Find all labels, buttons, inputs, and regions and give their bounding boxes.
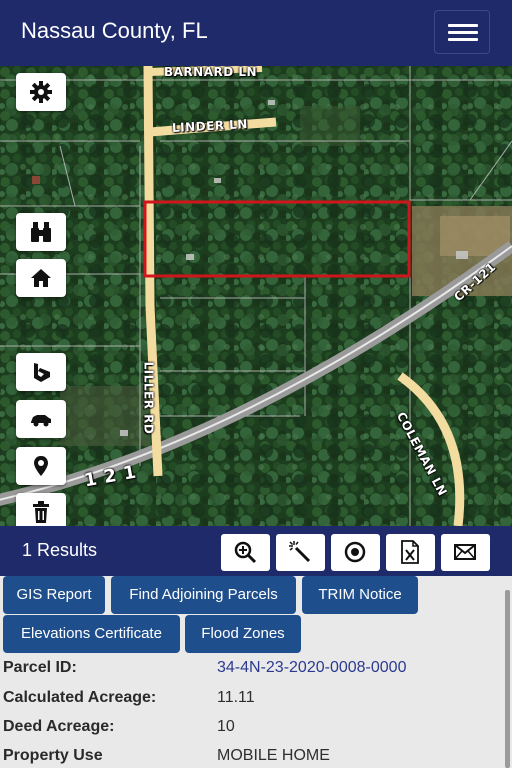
results-toolbar: 1 Results <box>0 526 512 576</box>
target-icon <box>344 541 366 563</box>
deed-acreage-value: 10 <box>217 718 235 735</box>
app-header: Nassau County, FL <box>0 0 512 66</box>
bing-icon <box>34 363 50 382</box>
trim-notice-button[interactable]: TRIM Notice <box>302 576 418 614</box>
app-title: Nassau County, FL <box>21 18 208 43</box>
deed-acreage-label: Deed Acreage: <box>3 718 115 735</box>
export-excel-button[interactable] <box>386 534 435 571</box>
results-count: 1 Results <box>22 540 98 560</box>
car-icon <box>31 415 51 427</box>
road-label-liller: LILLER RD <box>141 361 156 435</box>
calculated-acreage-value: 11.11 <box>217 689 255 706</box>
trash-icon <box>33 501 49 523</box>
email-button[interactable] <box>441 534 490 571</box>
hamburger-icon <box>448 24 478 27</box>
parcel-id-value[interactable]: 34-4N-23-2020-0008-0000 <box>217 659 406 677</box>
zoom-in-icon <box>234 541 257 564</box>
zoom-to-parcel-button[interactable] <box>221 534 270 571</box>
select-tool-button[interactable] <box>276 534 325 571</box>
clear-button[interactable] <box>16 493 66 526</box>
parcel-id-label: Parcel ID: <box>3 659 77 676</box>
parcel-info-panel: GIS Report Find Adjoining Parcels TRIM N… <box>0 576 512 768</box>
satellite-imagery <box>0 66 512 526</box>
binoculars-icon <box>31 222 51 242</box>
home-button[interactable] <box>16 259 66 297</box>
elevations-certificate-button[interactable]: Elevations Certificate <box>3 615 180 653</box>
gis-report-button[interactable]: GIS Report <box>3 576 105 614</box>
excel-export-icon <box>401 540 419 564</box>
road-label-barnard: BARNARD LN <box>164 66 258 79</box>
calculated-acreage-label: Calculated Acreage: <box>3 689 157 706</box>
flood-zones-button[interactable]: Flood Zones <box>185 615 301 653</box>
bing-button[interactable] <box>16 353 66 391</box>
email-icon <box>454 544 476 560</box>
home-icon <box>31 269 51 287</box>
search-binoculars-button[interactable] <box>16 213 66 251</box>
magic-wand-icon <box>289 541 311 563</box>
settings-button[interactable] <box>16 73 66 111</box>
location-button[interactable] <box>16 447 66 485</box>
street-view-button[interactable] <box>16 400 66 438</box>
panel-scrollbar[interactable] <box>505 590 510 768</box>
gear-icon <box>30 81 52 103</box>
locate-parcel-button[interactable] <box>331 534 380 571</box>
location-pin-icon <box>34 456 48 476</box>
find-adjoining-parcels-button[interactable]: Find Adjoining Parcels <box>111 576 296 614</box>
map-view[interactable]: BARNARD LN LINDER LN LILLER RD COLEMAN L… <box>0 66 512 526</box>
hamburger-menu-button[interactable] <box>434 10 490 54</box>
property-use-value: MOBILE HOME <box>217 747 330 764</box>
property-use-label: Property Use <box>3 747 103 764</box>
